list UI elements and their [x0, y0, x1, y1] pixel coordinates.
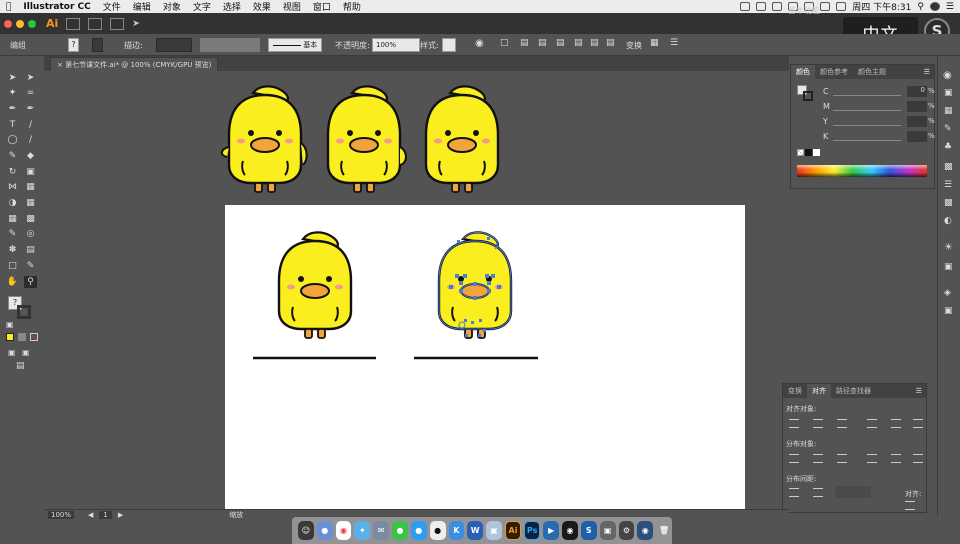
- align-bottom-edges-icon[interactable]: [913, 419, 923, 428]
- align-vertical-center-icon[interactable]: [891, 419, 901, 428]
- channel-y-input[interactable]: [907, 116, 927, 127]
- channel-m-unit: %: [928, 102, 935, 110]
- capture-icon[interactable]: ◉: [562, 521, 578, 540]
- channel-k-unit: %: [928, 132, 935, 140]
- channel-k-label: K: [823, 132, 829, 141]
- align-horizontal-center-icon[interactable]: [813, 419, 823, 428]
- preview-icon[interactable]: ▣: [486, 521, 502, 540]
- panel-icon-strip: ◉ ▣ ▦ ✎ ♣ ▩ ☰ ▩ ◐ ☀ ▣ ◈ ▣: [937, 56, 960, 516]
- launchpad-icon[interactable]: ●: [316, 521, 333, 540]
- distribute-vcenter-icon[interactable]: [813, 454, 823, 463]
- tab-color[interactable]: 颜色: [791, 65, 815, 79]
- align-left-edges-icon[interactable]: [789, 419, 799, 428]
- panel-menu-icon[interactable]: ☰: [916, 387, 926, 395]
- wechat-icon[interactable]: ●: [392, 521, 408, 540]
- photoshop-icon[interactable]: Ps: [524, 521, 541, 540]
- appearance-icon[interactable]: ☀: [944, 242, 953, 253]
- channel-c-label: C: [823, 87, 829, 96]
- next-artboard-icon[interactable]: ▶: [118, 511, 123, 519]
- mac-dock: ☺ ● ◉ ✦ ✉ ● ● ● K W ▣ Ai Ps ▶ ◉ S ▣ ⚙ ◉ …: [292, 517, 672, 544]
- layers-icon[interactable]: ◈: [944, 288, 951, 298]
- channel-c-slider[interactable]: [833, 95, 901, 96]
- distribute-left-icon[interactable]: [867, 454, 877, 463]
- chick-artboard-left[interactable]: [277, 231, 353, 340]
- align-to-label: 对齐:: [905, 490, 922, 498]
- chrome-icon[interactable]: ◉: [335, 521, 352, 540]
- tab-color-themes[interactable]: 颜色主题: [853, 65, 891, 79]
- chick-front[interactable]: [424, 85, 500, 194]
- black-swatch[interactable]: [805, 149, 812, 156]
- channel-m-slider[interactable]: [833, 110, 901, 111]
- distribute-objects-label: 分布对象:: [786, 440, 817, 448]
- distribute-right-icon[interactable]: [913, 454, 923, 463]
- panel-menu-icon[interactable]: ☰: [924, 68, 934, 76]
- distribute-spacing-label: 分布间距:: [786, 475, 817, 483]
- channel-c-unit: %: [928, 87, 935, 95]
- distribute-hspace-icon[interactable]: [813, 488, 823, 497]
- align-panel: 变换 对齐 路径查找器 ☰ 对齐对象: 分布对象: 分布间距: 对齐:: [782, 383, 927, 513]
- channel-m-label: M: [823, 102, 830, 111]
- safari-icon[interactable]: ✦: [354, 521, 371, 540]
- graphic-styles-icon[interactable]: ▩: [944, 162, 953, 172]
- trash-icon[interactable]: 🗑: [656, 521, 672, 540]
- app-gear-icon[interactable]: ⚙: [618, 521, 635, 540]
- color-spectrum[interactable]: [797, 165, 927, 177]
- mail-icon[interactable]: ✉: [373, 521, 390, 540]
- app-drive-icon[interactable]: ▣: [599, 521, 616, 540]
- channel-k-input[interactable]: [907, 131, 927, 142]
- channel-c-input[interactable]: 0: [907, 86, 927, 97]
- symbols-icon[interactable]: ♣: [944, 142, 952, 152]
- color-panel-icon[interactable]: ◉: [943, 70, 952, 81]
- color-panel: 颜色 颜色参考 颜色主题 ☰ C 0 % M % Y % K %: [790, 64, 935, 189]
- white-swatch[interactable]: [813, 149, 820, 156]
- prev-artboard-icon[interactable]: ◀: [88, 511, 93, 519]
- image-trace-icon[interactable]: ▣: [944, 262, 953, 272]
- chick-side-right[interactable]: [326, 85, 407, 194]
- zoom-level[interactable]: 100%: [48, 511, 75, 519]
- align-top-edges-icon[interactable]: [867, 419, 877, 428]
- tab-transform[interactable]: 变换: [783, 384, 807, 398]
- word-icon[interactable]: W: [467, 521, 484, 540]
- chick-artboard-selected[interactable]: [437, 231, 513, 340]
- align-right-edges-icon[interactable]: [837, 419, 847, 428]
- channel-y-label: Y: [823, 117, 828, 126]
- distribute-vspace-icon[interactable]: [789, 488, 799, 497]
- channel-y-unit: %: [928, 117, 935, 125]
- distribute-hcenter-icon[interactable]: [891, 454, 901, 463]
- panel-stroke-box[interactable]: [803, 91, 813, 101]
- color-guide-icon[interactable]: ▣: [944, 88, 953, 98]
- tab-color-guide[interactable]: 颜色参考: [815, 65, 853, 79]
- distribute-bottom-icon[interactable]: [837, 454, 847, 463]
- none-swatch[interactable]: [797, 149, 804, 156]
- align-panel-tabs: 变换 对齐 路径查找器 ☰: [783, 384, 926, 398]
- app-s-icon[interactable]: S: [580, 521, 597, 540]
- artboards-icon[interactable]: ▣: [944, 306, 953, 316]
- channel-y-slider[interactable]: [833, 125, 901, 126]
- swatches-icon[interactable]: ▦: [944, 106, 953, 116]
- video-app-icon[interactable]: ▶: [543, 521, 560, 540]
- brushes-icon[interactable]: ✎: [944, 124, 952, 134]
- tab-pathfinder[interactable]: 路径查找器: [831, 384, 876, 398]
- finder-icon[interactable]: ☺: [298, 521, 314, 540]
- keynote-icon[interactable]: K: [448, 521, 465, 540]
- stroke-panel-icon[interactable]: ☰: [944, 180, 952, 190]
- channel-k-slider[interactable]: [833, 140, 901, 141]
- messages-icon[interactable]: ●: [410, 521, 427, 540]
- gradient-panel-icon[interactable]: ▩: [944, 198, 953, 208]
- chick-side-left[interactable]: [221, 85, 308, 194]
- qq-icon[interactable]: ●: [429, 521, 446, 540]
- illustrator-icon[interactable]: Ai: [504, 521, 522, 540]
- transparency-icon[interactable]: ◐: [944, 216, 952, 226]
- align-objects-label: 对齐对象:: [786, 405, 817, 413]
- current-tool-status[interactable]: 缩放: [229, 510, 243, 520]
- distribute-top-icon[interactable]: [789, 454, 799, 463]
- channel-m-input[interactable]: [907, 101, 927, 112]
- color-panel-tabs: 颜色 颜色参考 颜色主题 ☰: [791, 65, 934, 79]
- align-to-selection-icon[interactable]: [905, 501, 915, 510]
- artboard-number[interactable]: 1: [99, 511, 112, 519]
- spacing-input[interactable]: [835, 486, 871, 498]
- app-globe-icon[interactable]: ◉: [637, 521, 654, 540]
- tab-align[interactable]: 对齐: [807, 384, 831, 398]
